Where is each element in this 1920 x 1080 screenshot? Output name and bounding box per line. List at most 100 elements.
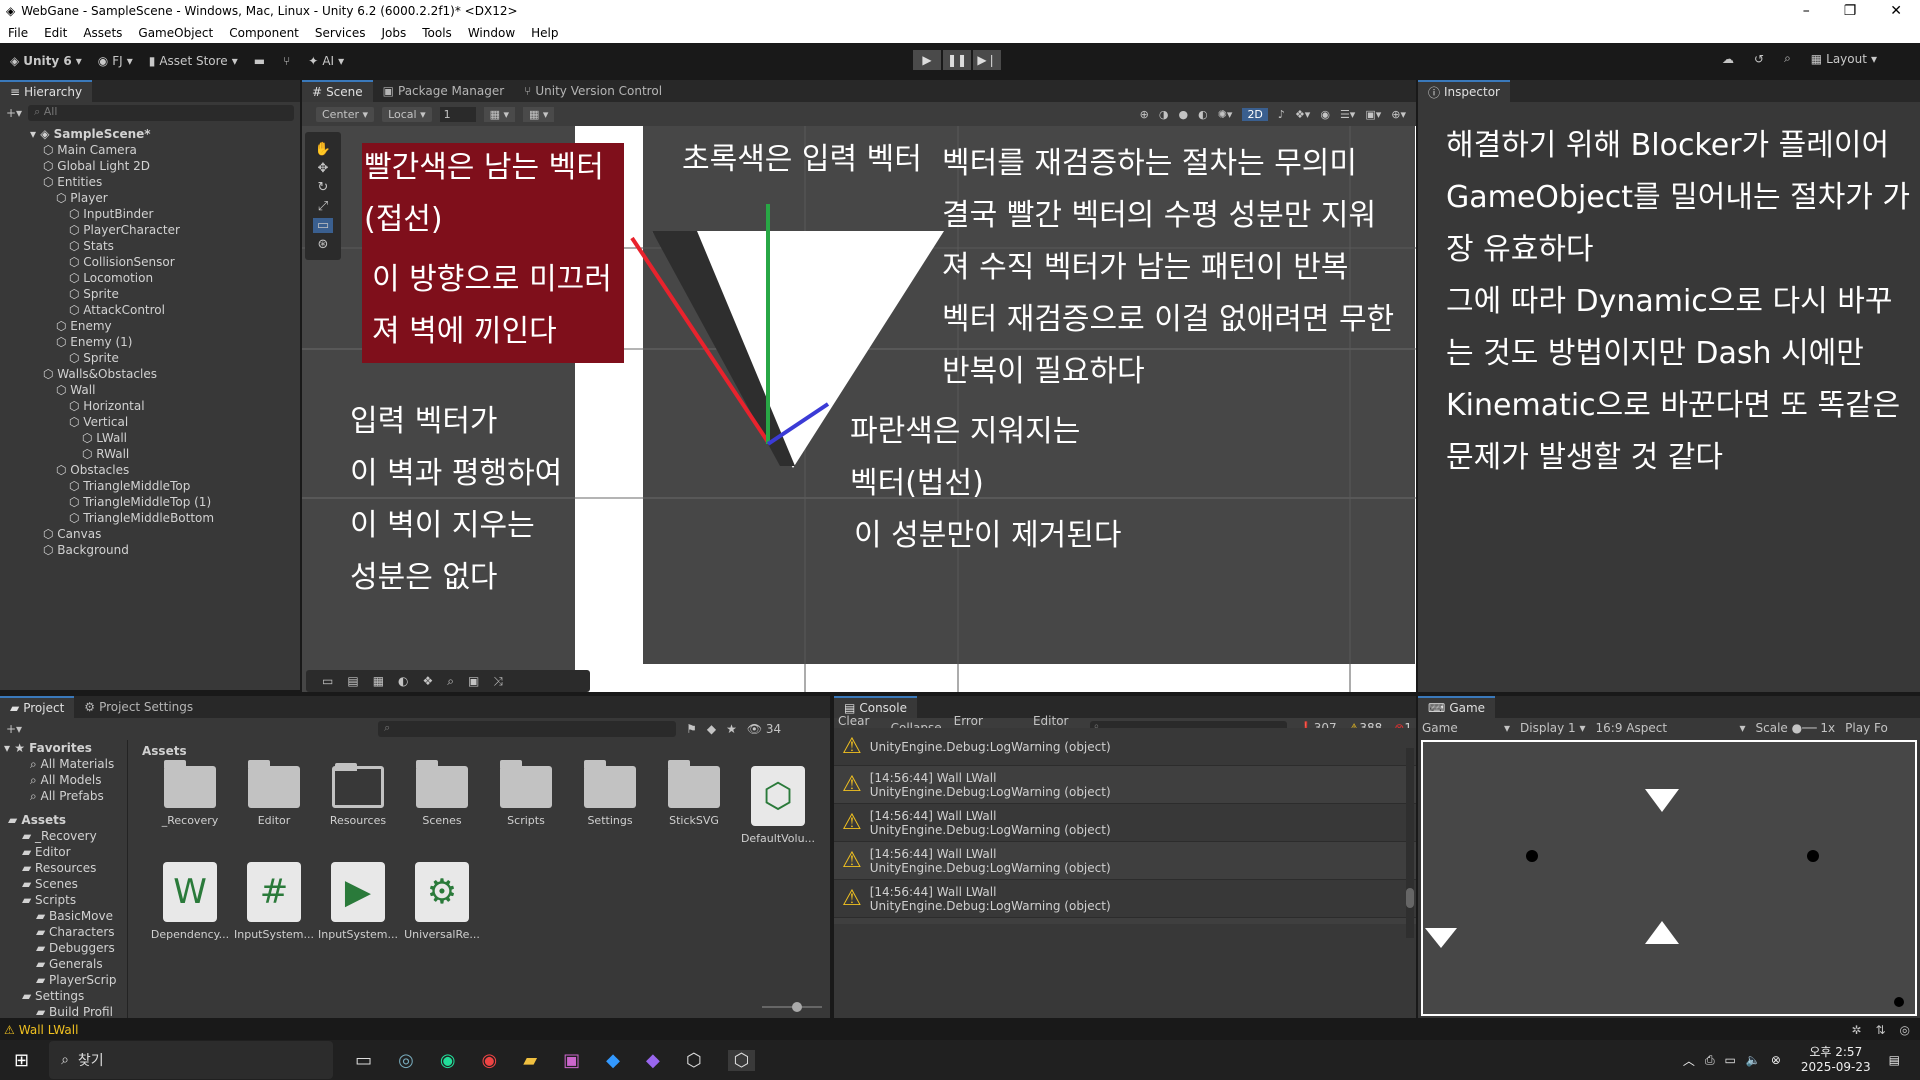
menu-tools[interactable]: Tools [414, 26, 460, 40]
project-folder-item[interactable]: ▰ Settings [4, 988, 127, 1004]
jetbrains-icon[interactable]: ▣ [563, 1050, 580, 1071]
add-button[interactable]: +▾ [6, 106, 22, 120]
tab-inspector[interactable]: ⓘ Inspector [1418, 80, 1510, 102]
zoom-icon[interactable]: ⌕ [447, 674, 454, 689]
rect-tool-icon[interactable]: ▭ [312, 218, 334, 233]
game-view[interactable] [1421, 740, 1917, 1016]
menu-jobs[interactable]: Jobs [374, 26, 415, 40]
display-dropdown[interactable]: Display 1 ▾ [1520, 721, 1586, 735]
package-button[interactable]: ▬ [254, 54, 265, 68]
play-button[interactable]: ▶ [913, 50, 941, 70]
gizmos-icon[interactable]: ⊕▾ [1391, 108, 1406, 121]
asset-item[interactable]: # InputSystem... [234, 862, 314, 941]
chrome-icon[interactable]: ◉ [482, 1050, 498, 1071]
save-search-icon[interactable]: ★ [726, 722, 737, 736]
toggle-2d-button[interactable]: 2D [1242, 107, 1268, 121]
bug-icon[interactable]: ✲ [1851, 1023, 1861, 1037]
history-icon[interactable]: ↺ [1754, 52, 1764, 66]
settings-icon[interactable]: ◎ [1900, 1023, 1910, 1037]
hierarchy-item[interactable]: ⬡ TriangleMiddleTop (1) [0, 494, 300, 510]
hierarchy-item[interactable]: ⬡ Player [0, 190, 300, 206]
asset-item[interactable]: W Dependency... [150, 862, 230, 941]
maximize-icon[interactable]: ❐ [1844, 3, 1857, 19]
ai-button[interactable]: ✦ AI ▾ [308, 54, 344, 68]
tab-scene[interactable]: # Scene [302, 80, 373, 102]
tab-project[interactable]: ▰ Project [0, 696, 75, 718]
network-icon[interactable]: ⇅ [1875, 1023, 1885, 1037]
console-log-entry[interactable]: ⚠ UnityEngine.Debug:LogWarning (object) [834, 728, 1416, 766]
hierarchy-item[interactable]: ⬡ Sprite [0, 286, 300, 302]
tab-version-control[interactable]: ⑂ Unity Version Control [514, 80, 672, 102]
tab-game[interactable]: ⌨ Game [1418, 696, 1496, 718]
favorites-all-materials[interactable]: ⌕ All Materials [4, 756, 127, 772]
menu-assets[interactable]: Assets [75, 26, 130, 40]
project-folder-item[interactable]: ▰ BasicMove [4, 908, 127, 924]
tab-project-settings[interactable]: ⚙ Project Settings [74, 696, 203, 718]
hierarchy-item[interactable]: ⬡ PlayerCharacter [0, 222, 300, 238]
create-button[interactable]: +▾ [6, 722, 22, 736]
filter-type-icon[interactable]: ⚑ [686, 722, 697, 736]
status-message[interactable]: Wall LWall [19, 1023, 79, 1037]
console-log-entry[interactable]: ⚠[14:56:44] Wall LWallUnityEngine.Debug:… [834, 880, 1416, 918]
favorites-all-prefabs[interactable]: ⌕ All Prefabs [4, 788, 127, 804]
hand-tool-icon[interactable]: ✋ [315, 142, 331, 157]
hierarchy-item[interactable]: ⬡ TriangleMiddleBottom [0, 510, 300, 526]
visibility-icon[interactable]: ◉ [1320, 108, 1330, 121]
hierarchy-item[interactable]: ⬡ LWall [0, 430, 300, 446]
tab-package-manager[interactable]: ▣ Package Manager [373, 80, 515, 102]
hierarchy-item[interactable]: ⬡ Wall [0, 382, 300, 398]
menu-window[interactable]: Window [460, 26, 523, 40]
layers-icon[interactable]: ❖ [423, 674, 434, 688]
minimize-icon[interactable]: – [1803, 3, 1810, 19]
hierarchy-item[interactable]: ⬡ Walls&Obstacles [0, 366, 300, 382]
hierarchy-item[interactable]: ⬡ TriangleMiddleTop [0, 478, 300, 494]
volume-muted-icon[interactable]: 🔈 [1746, 1053, 1761, 1067]
hierarchy-item[interactable]: ⬡ Enemy [0, 318, 300, 334]
grid-snap-dropdown[interactable]: ▦ ▾ [483, 106, 516, 122]
filter-label-icon[interactable]: ◆ [707, 722, 716, 736]
tray-device-icon[interactable]: ⎙ [1705, 1053, 1715, 1068]
console-log-entry[interactable]: ⚠[14:56:44] Wall LWallUnityEngine.Debug:… [834, 804, 1416, 842]
game-mode-dropdown[interactable]: Game ▾ [1422, 721, 1510, 735]
hierarchy-item[interactable]: ⬡ RWall [0, 446, 300, 462]
menu-gameobject[interactable]: GameObject [130, 26, 221, 40]
hierarchy-item[interactable]: ⬡ Global Light 2D [0, 158, 300, 174]
project-folder-item[interactable]: ▰ Scripts [4, 892, 127, 908]
hierarchy-search-input[interactable]: ⌕ All [28, 105, 294, 121]
project-folder-item[interactable]: ▰ Build Profil [4, 1004, 127, 1018]
shuffle-icon[interactable]: ⤨ [493, 674, 503, 689]
project-folder-item[interactable]: ▰ Editor [4, 844, 127, 860]
hierarchy-item[interactable]: ⬡ Locomotion [0, 270, 300, 286]
hierarchy-item[interactable]: ⬡ Main Camera [0, 142, 300, 158]
tray-chevron-icon[interactable]: ︿ [1683, 1052, 1695, 1069]
hierarchy-item[interactable]: ⬡ InputBinder [0, 206, 300, 222]
asset-item[interactable]: ⬡ DefaultVolu... [738, 766, 818, 845]
unity-hub-icon[interactable]: ⬡ [686, 1050, 702, 1071]
hierarchy-item[interactable]: ⬡ Canvas [0, 526, 300, 542]
project-folder-item[interactable]: ▰ Generals [4, 956, 127, 972]
edge-icon[interactable]: ◉ [440, 1050, 456, 1071]
asset-item[interactable]: Resources [318, 763, 398, 827]
hierarchy-item[interactable]: ⬡ Enemy (1) [0, 334, 300, 350]
rotate-tool-icon[interactable]: ↻ [318, 180, 329, 195]
hierarchy-item[interactable]: ▾ ◈ SampleScene* [0, 126, 300, 142]
scale-tool-icon[interactable]: ⤢ [318, 199, 328, 214]
tab-hierarchy[interactable]: ≡ Hierarchy [0, 80, 93, 102]
console-log-entry[interactable]: ⚠[14:56:44] Wall LWallUnityEngine.Debug:… [834, 918, 1416, 924]
console-scrollbar[interactable] [1406, 748, 1414, 938]
project-folder-item[interactable]: ▰ Assets [4, 812, 127, 828]
hidden-packages-icon[interactable]: 👁 34 [747, 722, 781, 736]
hierarchy-item[interactable]: ⬡ CollisionSensor [0, 254, 300, 270]
console-log-entry[interactable]: ⚠[14:56:44] Wall LWallUnityEngine.Debug:… [834, 766, 1416, 804]
project-folder-item[interactable]: ▰ Characters [4, 924, 127, 940]
asset-item[interactable]: ▶ InputSystem... [318, 862, 398, 941]
light-icon[interactable]: ✺▾ [1218, 108, 1233, 121]
windows-start-icon[interactable]: ⊞ [14, 1050, 29, 1071]
zoom-slider[interactable] [762, 1002, 822, 1012]
clock[interactable]: 오후 2:57 2025-09-23 [1801, 1045, 1871, 1075]
unity-editor-icon[interactable]: ⬡ [727, 1049, 756, 1071]
gizmo-icon[interactable]: ⊕ [1140, 108, 1149, 121]
task-view-icon[interactable]: ▭ [355, 1050, 372, 1071]
scene-viewport[interactable]: ✋ ✥ ↻ ⤢ ▭ ⊛ 빨간색은 남는 벡터 (접선) 이 방향으로 미끄러 져… [302, 126, 1416, 692]
copilot-icon[interactable]: ◎ [398, 1050, 414, 1071]
